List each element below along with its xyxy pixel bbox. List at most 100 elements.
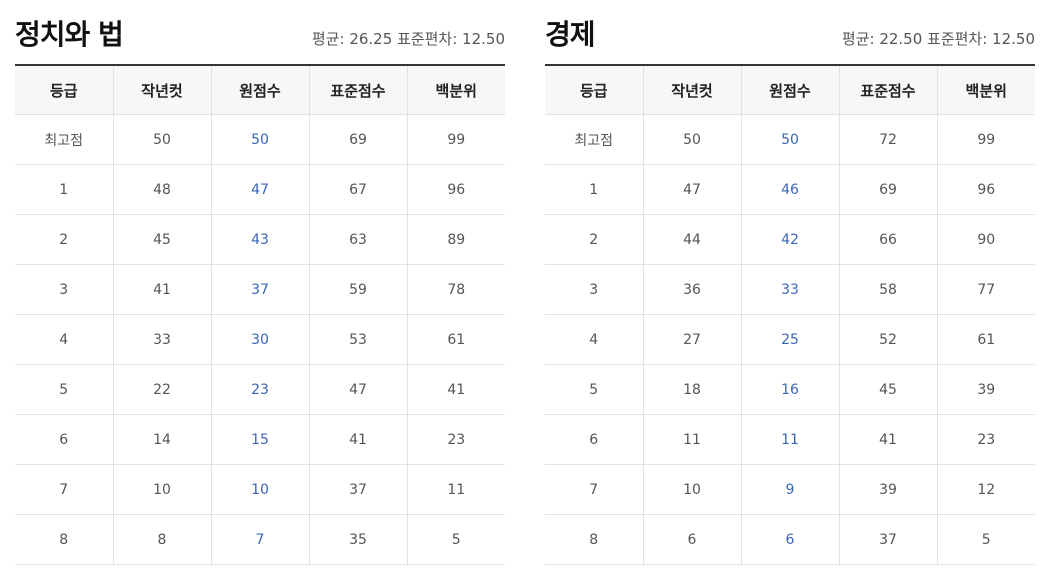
- percentile-cell: 39: [936, 364, 1035, 415]
- grade-cut-table: 등급 작년컷 원점수 표준점수 백분위 최고점 50 50 72 99 1 47 46 69 96…: [545, 64, 1035, 565]
- percentile-cell: 5: [406, 514, 505, 565]
- column-header-percentile: 백분위: [406, 64, 505, 115]
- subject-panel-economics: 경제 평균: 22.50 표준편차: 12.50 등급 작년컷 원점수 표준점수…: [545, 0, 1035, 565]
- standard-score-cell: 47: [308, 364, 408, 415]
- percentile-cell: 99: [936, 114, 1035, 165]
- standard-score-cell: 67: [308, 164, 408, 215]
- raw-score-cell: 42: [740, 214, 840, 265]
- grade-cell: 1: [15, 164, 114, 215]
- panel-header: 정치와 법 평균: 26.25 표준편차: 12.50: [15, 0, 505, 64]
- last-year-cut-cell: 10: [642, 464, 742, 515]
- raw-score-cell: 9: [740, 464, 840, 515]
- column-header-standard-score: 표준점수: [308, 64, 408, 115]
- table-row: 4 33 30 53 61: [15, 314, 505, 365]
- table-header-row: 등급 작년컷 원점수 표준점수 백분위: [545, 64, 1035, 115]
- panel-stats: 평균: 26.25 표준편차: 12.50: [311, 30, 505, 48]
- grade-cell: 6: [15, 414, 114, 465]
- column-header-grade: 등급: [545, 64, 644, 115]
- percentile-cell: 61: [406, 314, 505, 365]
- raw-score-cell: 33: [740, 264, 840, 315]
- raw-score-cell: 50: [210, 114, 310, 165]
- last-year-cut-cell: 36: [642, 264, 742, 315]
- table-row: 3 41 37 59 78: [15, 264, 505, 315]
- raw-score-cell: 23: [210, 364, 310, 415]
- raw-score-cell: 11: [740, 414, 840, 465]
- panel-stats: 평균: 22.50 표준편차: 12.50: [841, 30, 1035, 48]
- last-year-cut-cell: 27: [642, 314, 742, 365]
- table-row: 4 27 25 52 61: [545, 314, 1035, 365]
- raw-score-cell: 15: [210, 414, 310, 465]
- table-row: 6 11 11 41 23: [545, 414, 1035, 465]
- grade-cell: 2: [545, 214, 644, 265]
- raw-score-cell: 46: [740, 164, 840, 215]
- subject-panel-politics-law: 정치와 법 평균: 26.25 표준편차: 12.50 등급 작년컷 원점수 표…: [15, 0, 505, 565]
- percentile-cell: 89: [406, 214, 505, 265]
- last-year-cut-cell: 33: [112, 314, 212, 365]
- standard-score-cell: 35: [308, 514, 408, 565]
- column-header-raw-score: 원점수: [210, 64, 310, 115]
- table-row: 5 18 16 45 39: [545, 364, 1035, 415]
- percentile-cell: 41: [406, 364, 505, 415]
- grade-cut-table: 등급 작년컷 원점수 표준점수 백분위 최고점 50 50 69 99 1 48 47 67 96…: [15, 64, 505, 565]
- table-row: 1 48 47 67 96: [15, 164, 505, 215]
- last-year-cut-cell: 41: [112, 264, 212, 315]
- percentile-cell: 96: [406, 164, 505, 215]
- last-year-cut-cell: 8: [112, 514, 212, 565]
- last-year-cut-cell: 6: [642, 514, 742, 565]
- grade-cell: 5: [15, 364, 114, 415]
- raw-score-cell: 47: [210, 164, 310, 215]
- percentile-cell: 99: [406, 114, 505, 165]
- raw-score-cell: 7: [210, 514, 310, 565]
- raw-score-cell: 50: [740, 114, 840, 165]
- raw-score-cell: 43: [210, 214, 310, 265]
- standard-score-cell: 37: [838, 514, 938, 565]
- percentile-cell: 78: [406, 264, 505, 315]
- panel-title: 정치와 법: [15, 18, 124, 51]
- standard-score-cell: 39: [838, 464, 938, 515]
- grade-cell: 최고점: [545, 114, 644, 165]
- grade-cell: 5: [545, 364, 644, 415]
- table-row: 6 14 15 41 23: [15, 414, 505, 465]
- percentile-cell: 90: [936, 214, 1035, 265]
- last-year-cut-cell: 18: [642, 364, 742, 415]
- standard-score-cell: 45: [838, 364, 938, 415]
- grade-cell: 2: [15, 214, 114, 265]
- percentile-cell: 11: [406, 464, 505, 515]
- raw-score-cell: 30: [210, 314, 310, 365]
- table-row: 7 10 10 37 11: [15, 464, 505, 515]
- last-year-cut-cell: 47: [642, 164, 742, 215]
- panel-title: 경제: [545, 18, 596, 51]
- table-row: 1 47 46 69 96: [545, 164, 1035, 215]
- standard-score-cell: 41: [308, 414, 408, 465]
- grade-cell: 3: [15, 264, 114, 315]
- table-row: 8 8 7 35 5: [15, 514, 505, 565]
- table-row: 8 6 6 37 5: [545, 514, 1035, 565]
- last-year-cut-cell: 22: [112, 364, 212, 415]
- grade-cell: 최고점: [15, 114, 114, 165]
- percentile-cell: 12: [936, 464, 1035, 515]
- column-header-last-year-cut: 작년컷: [642, 64, 742, 115]
- standard-score-cell: 58: [838, 264, 938, 315]
- grade-cell: 4: [545, 314, 644, 365]
- last-year-cut-cell: 11: [642, 414, 742, 465]
- column-header-raw-score: 원점수: [740, 64, 840, 115]
- last-year-cut-cell: 50: [112, 114, 212, 165]
- table-row: 최고점 50 50 72 99: [545, 114, 1035, 165]
- last-year-cut-cell: 14: [112, 414, 212, 465]
- percentile-cell: 23: [936, 414, 1035, 465]
- standard-score-cell: 66: [838, 214, 938, 265]
- raw-score-cell: 37: [210, 264, 310, 315]
- standard-score-cell: 72: [838, 114, 938, 165]
- last-year-cut-cell: 44: [642, 214, 742, 265]
- table-row: 5 22 23 47 41: [15, 364, 505, 415]
- grade-cell: 7: [545, 464, 644, 515]
- grade-cell: 1: [545, 164, 644, 215]
- grade-cell: 7: [15, 464, 114, 515]
- percentile-cell: 5: [936, 514, 1035, 565]
- table-row: 최고점 50 50 69 99: [15, 114, 505, 165]
- raw-score-cell: 10: [210, 464, 310, 515]
- percentile-cell: 61: [936, 314, 1035, 365]
- percentile-cell: 23: [406, 414, 505, 465]
- standard-score-cell: 37: [308, 464, 408, 515]
- last-year-cut-cell: 45: [112, 214, 212, 265]
